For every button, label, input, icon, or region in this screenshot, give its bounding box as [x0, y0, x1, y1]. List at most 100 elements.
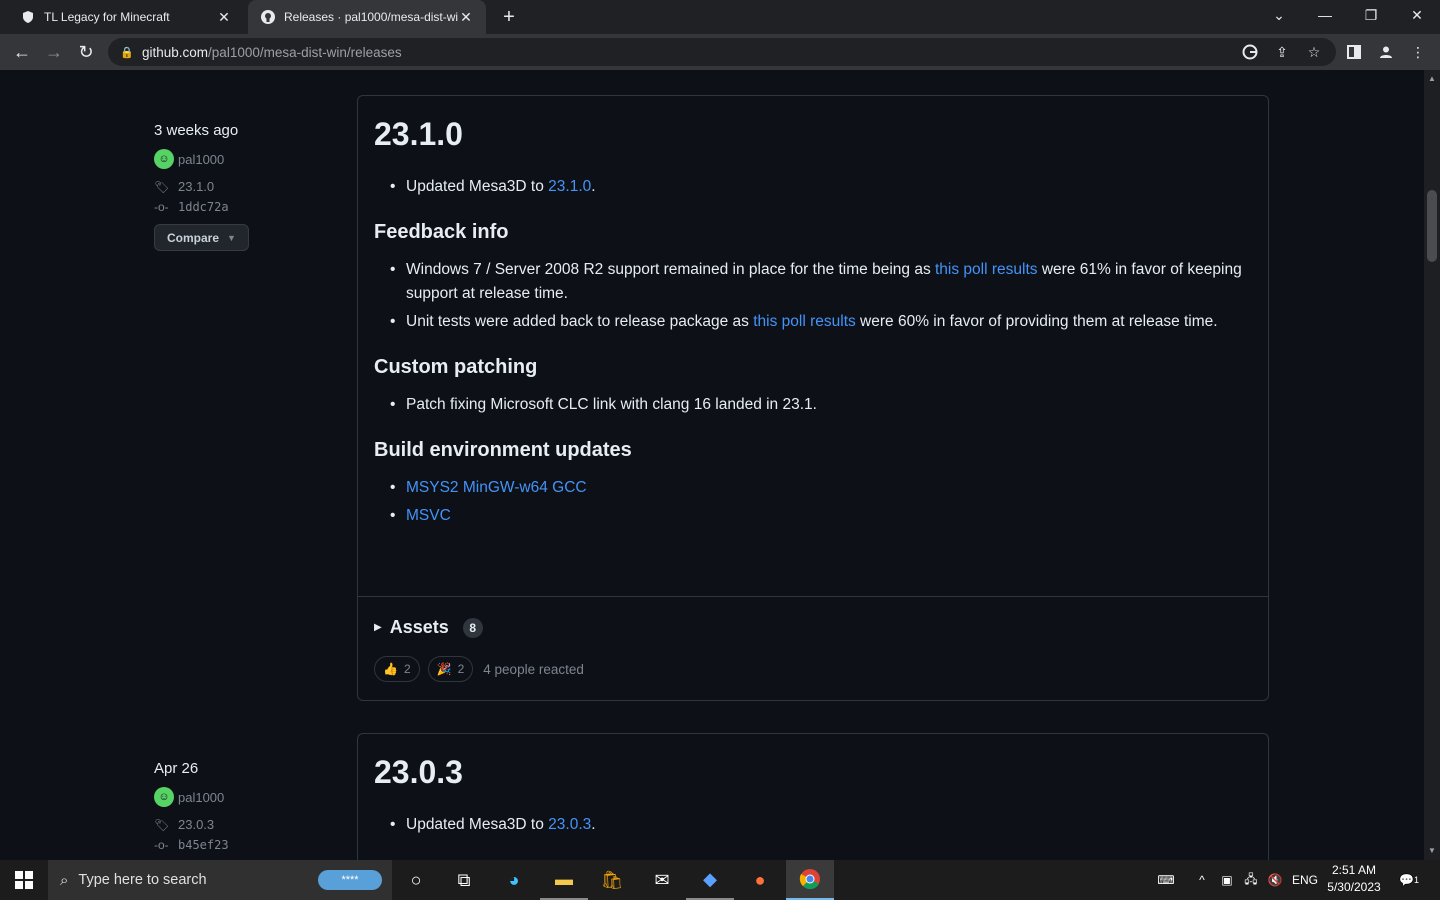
system-clock[interactable]: 2:51 AM 5/30/2023: [1322, 862, 1386, 898]
language-indicator[interactable]: ENG: [1290, 860, 1320, 900]
file-explorer-icon[interactable]: ▬: [540, 860, 588, 900]
share-icon[interactable]: ⇪: [1272, 42, 1292, 62]
tag-row[interactable]: 🏷 23.1.0: [154, 179, 334, 194]
new-tab-button[interactable]: +: [498, 6, 520, 28]
tab-title: TL Legacy for Minecraft: [44, 10, 170, 24]
scroll-up-icon[interactable]: ▲: [1427, 74, 1437, 84]
text: were 60% in favor of providing them at r…: [855, 313, 1218, 330]
profile-icon[interactable]: [1376, 42, 1396, 62]
minimize-button[interactable]: —: [1302, 0, 1348, 30]
bookmark-star-icon[interactable]: ☆: [1304, 42, 1324, 62]
msvc-link[interactable]: MSVC: [406, 507, 451, 524]
release-card: 23.0.3 Updated Mesa3D to 23.0.3.: [357, 733, 1269, 860]
cortana-icon[interactable]: ○: [392, 860, 440, 900]
text: Updated Mesa3D to: [406, 178, 549, 195]
avatar[interactable]: ☺: [154, 787, 174, 807]
assets-toggle[interactable]: ▶ Assets 8: [374, 617, 1252, 638]
author-row[interactable]: ☺ pal1000: [154, 149, 334, 169]
compare-button[interactable]: Compare ▼: [154, 224, 249, 251]
close-window-button[interactable]: ✕: [1394, 0, 1440, 30]
clock-date: 5/30/2023: [1327, 880, 1381, 894]
commit-icon: -o-: [154, 838, 169, 852]
close-tab-icon[interactable]: ✕: [458, 9, 474, 25]
poll-link[interactable]: this poll results: [935, 261, 1038, 278]
commit-row[interactable]: -o- b45ef23: [154, 838, 334, 852]
tag-name[interactable]: 23.1.0: [178, 179, 214, 194]
network-icon[interactable]: 🖧: [1240, 860, 1262, 900]
avatar[interactable]: ☺: [154, 149, 174, 169]
reaction-hooray[interactable]: 🎉 2: [427, 656, 474, 682]
password-manager-icon[interactable]: ****: [318, 870, 382, 890]
windows-start-button[interactable]: [0, 860, 48, 900]
close-tab-icon[interactable]: ✕: [216, 9, 232, 25]
back-button[interactable]: ←: [8, 38, 36, 66]
taskbar-search-box[interactable]: ⌕ Type here to search ****: [48, 860, 392, 900]
text: .: [591, 816, 596, 833]
release-body: 23.1.0 Updated Mesa3D to 23.1.0. Feedbac…: [358, 96, 1268, 548]
patching-heading: Custom patching: [374, 356, 538, 378]
lock-icon[interactable]: 🔒: [120, 46, 134, 59]
assets-count-badge: 8: [462, 617, 483, 638]
tab-search-icon[interactable]: ⌄: [1256, 0, 1302, 30]
keyboard-icon[interactable]: ⌨: [1152, 860, 1180, 900]
reload-button[interactable]: ↻: [72, 38, 100, 66]
reaction-thumbs-up[interactable]: 👍 2: [374, 656, 420, 682]
patching-list: Patch fixing Microsoft CLC link with cla…: [374, 393, 1252, 417]
author-name[interactable]: pal1000: [178, 790, 224, 805]
notification-count: 1: [1413, 875, 1419, 885]
edge-icon[interactable]: ◕: [490, 860, 538, 900]
commit-sha[interactable]: b45ef23: [178, 838, 229, 852]
restore-button[interactable]: ❐: [1348, 0, 1394, 30]
list-item: Updated Mesa3D to 23.1.0.: [390, 175, 1252, 199]
version-link[interactable]: 23.1.0: [548, 178, 591, 195]
address-bar[interactable]: 🔒 github.com/pal1000/mesa-dist-win/relea…: [108, 38, 1336, 66]
firefox-icon[interactable]: ●: [736, 860, 784, 900]
party-popper-icon: 🎉: [436, 662, 452, 676]
list-item: Updated Mesa3D to 23.0.3.: [390, 813, 1252, 837]
meet-now-icon[interactable]: ▣: [1216, 860, 1238, 900]
release-title[interactable]: 23.1.0: [374, 116, 1252, 153]
app-icon[interactable]: ◆: [686, 860, 734, 900]
github-icon: [260, 9, 276, 25]
google-lens-icon[interactable]: [1240, 42, 1260, 62]
msys2-link[interactable]: MSYS2 MinGW-w64 GCC: [406, 479, 587, 496]
forward-button[interactable]: →: [40, 38, 68, 66]
release-date: Apr 26: [154, 760, 199, 777]
intro-list: Updated Mesa3D to 23.1.0.: [374, 175, 1252, 199]
notification-icon[interactable]: 💬 1: [1396, 860, 1422, 900]
tab-tl-legacy[interactable]: TL Legacy for Minecraft ✕: [8, 0, 244, 34]
author-name[interactable]: pal1000: [178, 152, 224, 167]
poll-link[interactable]: this poll results: [753, 313, 856, 330]
release-title[interactable]: 23.0.3: [374, 754, 1252, 791]
mail-icon[interactable]: ✉: [638, 860, 686, 900]
version-link[interactable]: 23.0.3: [548, 816, 591, 833]
tab-releases[interactable]: Releases · pal1000/mesa-dist-win ✕: [248, 0, 486, 34]
chevron-up-icon[interactable]: ^: [1190, 860, 1214, 900]
list-item: Unit tests were added back to release pa…: [390, 310, 1252, 334]
clock-time: 2:51 AM: [1331, 863, 1377, 877]
store-icon[interactable]: 🛍: [588, 860, 636, 900]
search-icon: ⌕: [60, 871, 69, 889]
scrollbar-thumb[interactable]: [1427, 190, 1437, 262]
build-list: MSYS2 MinGW-w64 GCC MSVC: [374, 476, 1252, 528]
reaction-count: 2: [403, 662, 411, 676]
tag-row[interactable]: 🏷 23.0.3: [154, 817, 334, 832]
chevron-down-icon: ▼: [227, 232, 236, 243]
scroll-down-icon[interactable]: ▼: [1427, 846, 1437, 856]
shield-icon: [20, 9, 36, 25]
page-scrollbar[interactable]: ▲ ▼: [1424, 70, 1440, 860]
menu-kebab-icon[interactable]: ⋮: [1408, 42, 1428, 62]
commit-sha[interactable]: 1ddc72a: [178, 200, 229, 214]
commit-row[interactable]: -o- 1ddc72a: [154, 200, 334, 214]
text: Windows 7 / Server 2008 R2 support remai…: [406, 261, 935, 278]
author-row[interactable]: ☺ pal1000: [154, 787, 334, 807]
task-view-icon[interactable]: ⧉: [440, 860, 488, 900]
chrome-icon[interactable]: [786, 860, 834, 900]
tag-name[interactable]: 23.0.3: [178, 817, 214, 832]
volume-muted-icon[interactable]: 🔇: [1264, 860, 1286, 900]
tab-title: Releases · pal1000/mesa-dist-win: [284, 10, 458, 24]
side-panel-icon[interactable]: [1344, 42, 1364, 62]
list-item: Patch fixing Microsoft CLC link with cla…: [390, 393, 1252, 417]
release-body: 23.0.3 Updated Mesa3D to 23.0.3.: [358, 734, 1268, 857]
url-path: /pal1000/mesa-dist-win/releases: [208, 44, 402, 60]
